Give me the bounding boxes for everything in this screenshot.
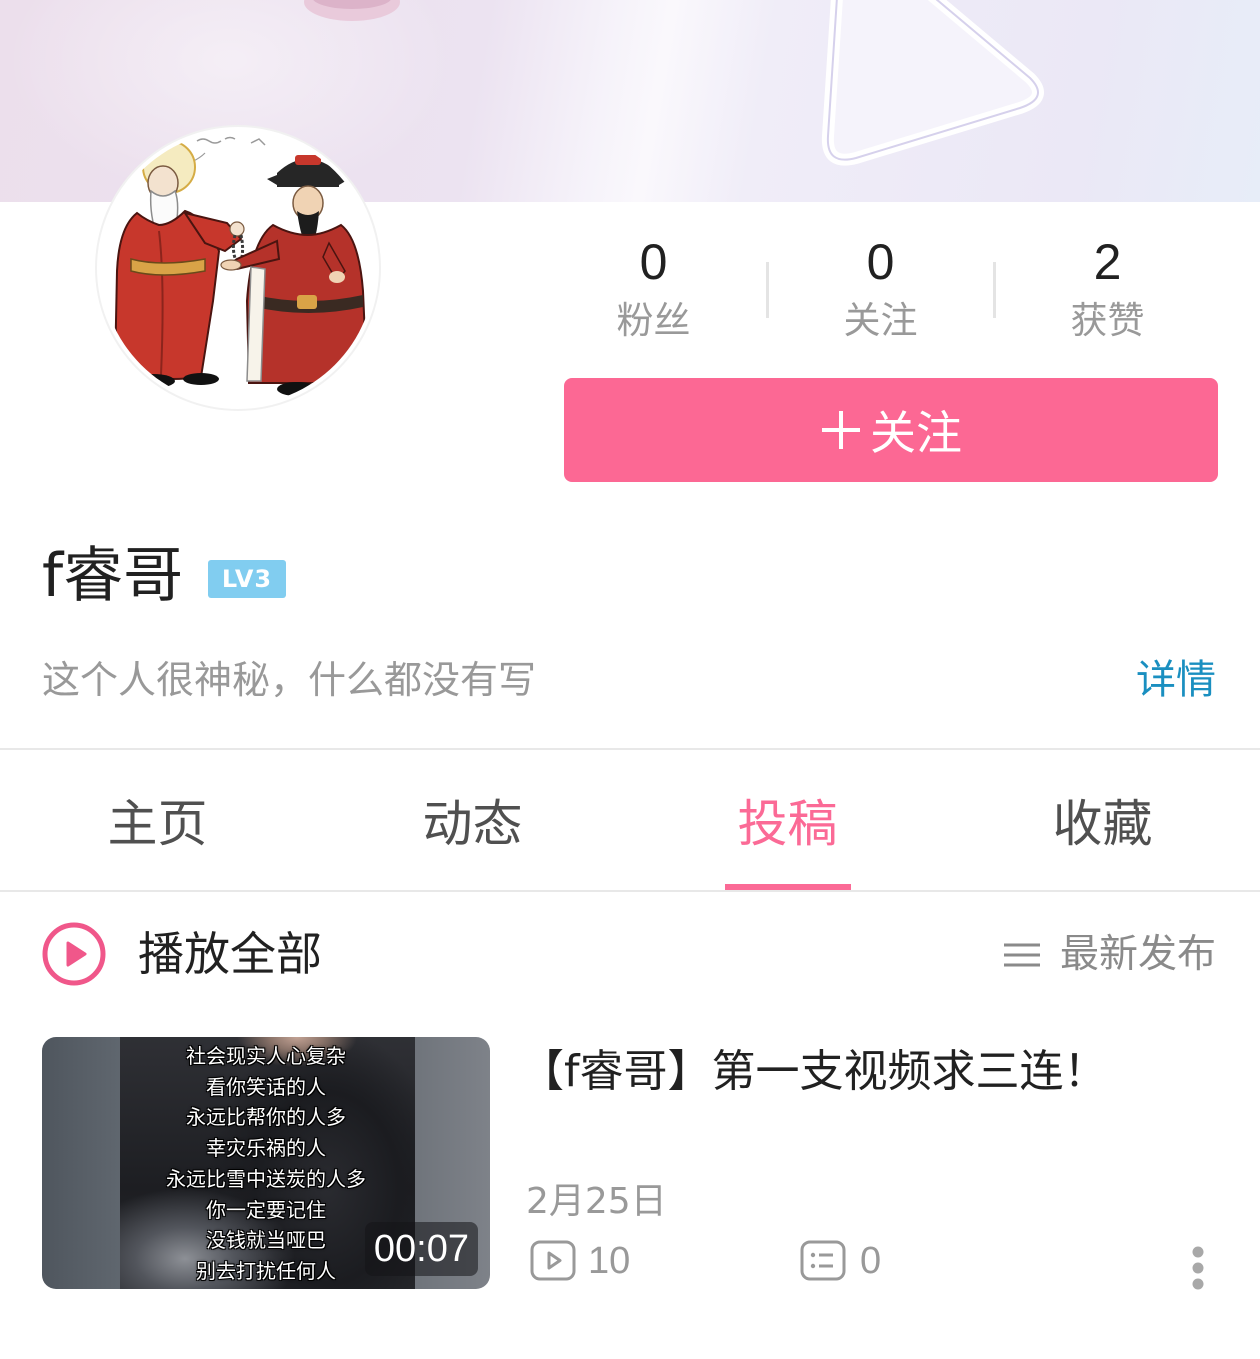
tab-uploads[interactable]: 投稿	[630, 750, 945, 890]
stat-fans[interactable]: 0 粉丝	[540, 232, 767, 352]
stat-following-value: 0	[866, 234, 895, 290]
stat-fans-label: 粉丝	[616, 299, 691, 342]
video-more-button[interactable]	[1188, 1244, 1208, 1292]
tab-favorites[interactable]: 收藏	[945, 750, 1260, 890]
details-link[interactable]: 详情	[1136, 656, 1216, 704]
bio-text: 这个人很神秘，什么都没有写	[42, 658, 537, 702]
tab-dynamics[interactable]: 动态	[315, 750, 630, 890]
video-thumbnail[interactable]: 社会现实人心复杂 看你笑话的人 永远比帮你的人多 幸灾乐祸的人 永远比雪中送炭的…	[42, 1037, 490, 1289]
level-badge: LV3	[208, 560, 286, 598]
follow-button[interactable]: 关注	[564, 378, 1218, 482]
thumbnail-caption-line: 永远比雪中送炭的人多	[166, 1166, 366, 1191]
stat-fans-value: 0	[639, 234, 668, 290]
profile-page: 0 粉丝 0 关注 2 获赞 关注 f睿哥 LV3 这个人很神秘，什么都没有写 …	[0, 0, 1260, 1359]
username: f睿哥	[42, 541, 184, 611]
play-count-icon	[530, 1240, 576, 1281]
list-icon	[1003, 943, 1040, 967]
thumbnail-caption-line: 你一定要记住	[206, 1197, 326, 1222]
thumbnail-caption-line: 看你笑话的人	[206, 1074, 326, 1099]
section-divider	[0, 890, 1260, 892]
video-duration: 00:07	[364, 1222, 478, 1276]
tab-home[interactable]: 主页	[0, 750, 315, 890]
stat-divider	[766, 262, 769, 318]
thumbnail-caption-line: 社会现实人心复杂	[186, 1044, 346, 1068]
profile-stats: 0 粉丝 0 关注 2 获赞	[540, 232, 1221, 352]
follow-button-label: 关注	[870, 406, 962, 460]
stat-likes[interactable]: 2 获赞	[994, 232, 1221, 352]
plus-icon	[822, 411, 860, 449]
avatar[interactable]	[97, 127, 379, 409]
stat-divider	[993, 262, 996, 318]
play-all-label: 播放全部	[138, 927, 322, 981]
stat-following[interactable]: 0 关注	[767, 232, 994, 352]
comment-icon	[800, 1240, 846, 1281]
video-title[interactable]: 【f睿哥】第一支视频求三连！	[520, 1042, 1108, 1102]
avatar-illustration	[101, 131, 375, 405]
stat-likes-label: 获赞	[1070, 299, 1145, 342]
sort-button[interactable]: 最新发布	[1003, 930, 1216, 980]
thumbnail-caption-line: 幸灾乐祸的人	[206, 1136, 326, 1161]
play-circle-icon	[42, 922, 106, 986]
profile-tabs: 主页 动态 投稿 收藏	[0, 750, 1260, 890]
video-date: 2月25日	[526, 1181, 667, 1222]
comment-count: 0	[860, 1240, 882, 1282]
view-count: 10	[588, 1240, 631, 1282]
stat-following-label: 关注	[843, 299, 918, 342]
sort-label: 最新发布	[1059, 932, 1216, 977]
more-vertical-icon	[1192, 1246, 1204, 1290]
thumbnail-caption-line: 永远比帮你的人多	[186, 1105, 346, 1130]
stat-likes-value: 2	[1093, 234, 1122, 290]
play-all-button[interactable]: 播放全部	[42, 922, 322, 986]
